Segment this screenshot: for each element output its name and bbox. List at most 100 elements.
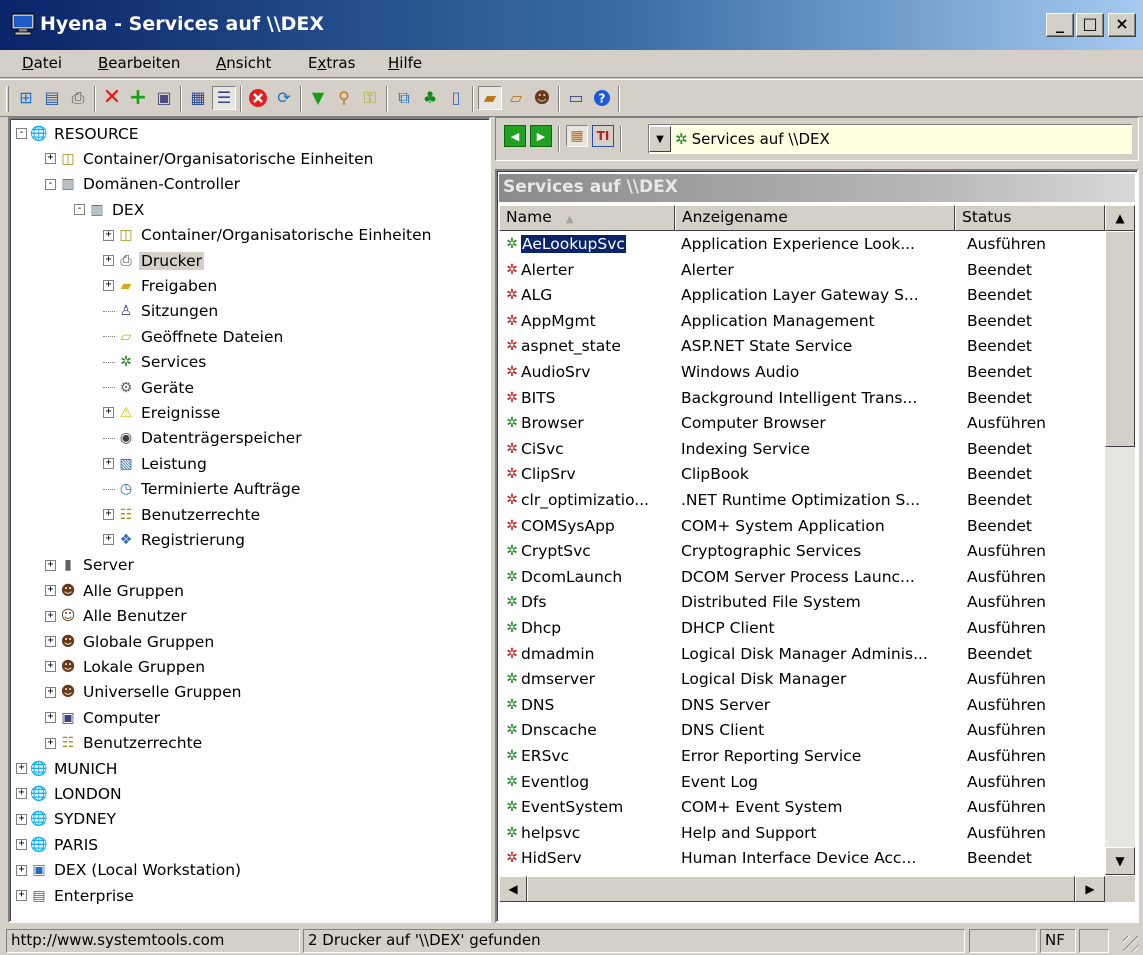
disconnect-drive-icon[interactable]: ▱ <box>504 86 528 110</box>
table-row[interactable]: ✲ helpsvc Help and Support Ausführen <box>499 821 1103 847</box>
table-row[interactable]: ✲ Eventlog Event Log Ausführen <box>499 770 1103 796</box>
tree-node[interactable]: ✲ Services <box>103 350 208 375</box>
tree-node[interactable]: + 🌐 SYDNEY <box>16 807 118 832</box>
text-view-icon[interactable]: TI <box>592 125 614 147</box>
tree-node[interactable]: + ▤ Enterprise <box>16 883 136 908</box>
tree-node[interactable]: + ▰ Freigaben <box>103 273 219 298</box>
tree-view-icon[interactable]: ⊞ <box>14 86 38 110</box>
expand-toggle[interactable]: + <box>16 890 27 901</box>
expand-toggle[interactable]: + <box>103 229 114 241</box>
expand-toggle[interactable]: + <box>16 763 27 774</box>
vertical-scroll-thumb[interactable] <box>1105 231 1135 447</box>
tree-node[interactable]: ♙ Sitzungen <box>103 299 220 324</box>
minimize-button[interactable]: _ <box>1046 13 1074 37</box>
menu-extras[interactable]: Extras <box>304 52 359 74</box>
console-icon[interactable]: ▭ <box>564 86 588 110</box>
expand-toggle[interactable]: + <box>16 788 27 800</box>
tree-node[interactable]: + ⚠ Ereignisse <box>103 400 222 425</box>
tree-node[interactable]: + ☺ Alle Benutzer <box>45 604 189 629</box>
delete-icon[interactable]: ✕ <box>100 86 124 110</box>
tree-node[interactable]: + ▧ Leistung <box>103 451 209 476</box>
tree-node[interactable]: + ☻ Globale Gruppen <box>45 629 216 654</box>
expand-toggle[interactable]: + <box>45 585 56 597</box>
table-row[interactable]: ✲ CiSvc Indexing Service Beendet <box>499 437 1103 463</box>
table-row[interactable]: ✲ CryptSvc Cryptographic Services Ausführen <box>499 539 1103 565</box>
scroll-up-button[interactable]: ▲ <box>1105 205 1135 231</box>
table-row[interactable]: ✲ clr_optimizatio... .NET Runtime Optimiza… <box>499 488 1103 514</box>
tree-node[interactable]: ▱ Geöffnete Dateien <box>103 324 285 349</box>
table-row[interactable]: ✲ dmadmin Logical Disk Manager Adminis... B… <box>499 642 1103 668</box>
back-icon[interactable]: ◀ <box>504 125 526 147</box>
table-row[interactable]: ✲ DNS DNS Server Ausführen <box>499 693 1103 719</box>
tree-node[interactable]: ◷ Terminierte Aufträge <box>103 477 302 502</box>
menu-ansicht[interactable]: Ansicht <box>212 52 275 74</box>
collapse-toggle[interactable]: - <box>16 128 27 139</box>
expand-toggle[interactable]: + <box>103 509 114 520</box>
refresh-icon[interactable]: ⟳ <box>272 86 296 110</box>
tree-node[interactable]: - ▥ DEX <box>74 197 146 222</box>
expand-toggle[interactable]: + <box>45 636 56 647</box>
table-row[interactable]: ✲ ALG Application Layer Gateway S... Beende… <box>499 283 1103 309</box>
tree-node[interactable]: + ☻ Universelle Gruppen <box>45 680 244 705</box>
new-object-icon[interactable]: ▣ <box>152 86 176 110</box>
table-row[interactable]: ✲ Dfs Distributed File System Ausführen <box>499 590 1103 616</box>
tree-node[interactable]: + ☻ Lokale Gruppen <box>45 654 207 679</box>
tree-node[interactable]: + 🌐 LONDON <box>16 781 124 806</box>
stop-icon[interactable] <box>246 86 270 110</box>
tree-node[interactable]: + ⎙ Drucker <box>103 248 204 273</box>
table-row[interactable]: ✲ BITS Background Intelligent Trans... Been… <box>499 386 1103 412</box>
table-row[interactable]: ✲ ERSvc Error Reporting Service Ausführen <box>499 744 1103 770</box>
expand-toggle[interactable]: + <box>45 686 56 698</box>
tree-node[interactable]: ⚙ Geräte <box>103 375 196 400</box>
expand-toggle[interactable]: + <box>103 534 114 546</box>
tree-node[interactable]: + ☷ Benutzerrechte <box>45 731 204 756</box>
tree-node[interactable]: + ▣ Computer <box>45 705 162 730</box>
table-row[interactable]: ✲ Alerter Alerter Beendet <box>499 258 1103 284</box>
copy-icon[interactable]: ⧉ <box>392 86 416 110</box>
table-row[interactable]: ✲ HidServ Human Interface Device Acc... Bee… <box>499 846 1103 872</box>
tree-node[interactable]: + ❖ Registrierung <box>103 527 247 552</box>
tree-node[interactable]: + ▮ Server <box>45 553 136 578</box>
resize-grip[interactable] <box>1123 936 1139 952</box>
help-icon[interactable]: ? <box>590 86 614 110</box>
expand-toggle[interactable]: + <box>16 864 27 876</box>
table-row[interactable]: ✲ ClipSrv ClipBook Beendet <box>499 462 1103 488</box>
network-icon[interactable]: ♣ <box>418 86 442 110</box>
table-row[interactable]: ✲ AeLookupSvc Application Experience Look.… <box>499 232 1103 258</box>
properties-icon[interactable]: ▤ <box>40 86 64 110</box>
tree-node[interactable]: + ☷ Benutzerrechte <box>103 502 262 527</box>
vertical-scrollbar[interactable]: ▲ ▼ <box>1105 205 1135 875</box>
toolbar-grip[interactable] <box>6 86 9 112</box>
table-row[interactable]: ✲ Browser Computer Browser Ausführen <box>499 411 1103 437</box>
collapse-toggle[interactable]: - <box>45 178 56 190</box>
tree-node[interactable]: + 🌐 PARIS <box>16 832 100 857</box>
tree-node[interactable]: + 🌐 MUNICH <box>16 756 119 781</box>
address-combobox[interactable]: ▼ ✲ Services auf \\DEX <box>648 124 1132 154</box>
horizontal-scroll-thumb[interactable] <box>527 876 1075 902</box>
expand-toggle[interactable]: + <box>45 712 56 724</box>
close-button[interactable]: × <box>1108 13 1136 37</box>
map-drive-icon[interactable]: ▰ <box>478 86 502 110</box>
table-row[interactable]: ✲ COMSysApp COM+ System Application Beendet <box>499 514 1103 540</box>
expand-toggle[interactable]: + <box>103 280 114 292</box>
expand-toggle[interactable]: + <box>45 153 56 165</box>
table-row[interactable]: ✲ EventSystem COM+ Event System Ausführen <box>499 795 1103 821</box>
tree-node[interactable]: - ▥ Domänen-Controller <box>45 172 242 197</box>
scroll-left-button[interactable]: ◀ <box>499 876 527 902</box>
expand-toggle[interactable]: + <box>16 839 27 851</box>
expand-toggle[interactable]: + <box>16 813 27 825</box>
services-list[interactable]: Services auf \\DEX Name ▲ Anzeigename Sta… <box>495 169 1139 923</box>
column-header-status[interactable]: Status <box>955 205 1105 231</box>
expand-toggle[interactable]: + <box>103 255 114 266</box>
expand-toggle[interactable]: + <box>103 458 114 470</box>
column-header-display-name[interactable]: Anzeigename <box>675 205 955 231</box>
new-document-icon[interactable]: ▯ <box>444 86 468 110</box>
scroll-right-button[interactable]: ▶ <box>1075 876 1105 902</box>
find-icon[interactable]: ⚲ <box>332 86 356 110</box>
navigation-tree[interactable]: - 🌐 RESOURCE + ◫ Container/Organisatorische E… <box>8 117 491 923</box>
expand-toggle[interactable]: + <box>45 737 56 749</box>
expand-toggle[interactable]: + <box>45 559 56 571</box>
forward-icon[interactable]: ▶ <box>530 125 552 147</box>
menu-datei[interactable]: Datei <box>18 52 66 74</box>
expand-toggle[interactable]: + <box>45 610 56 622</box>
